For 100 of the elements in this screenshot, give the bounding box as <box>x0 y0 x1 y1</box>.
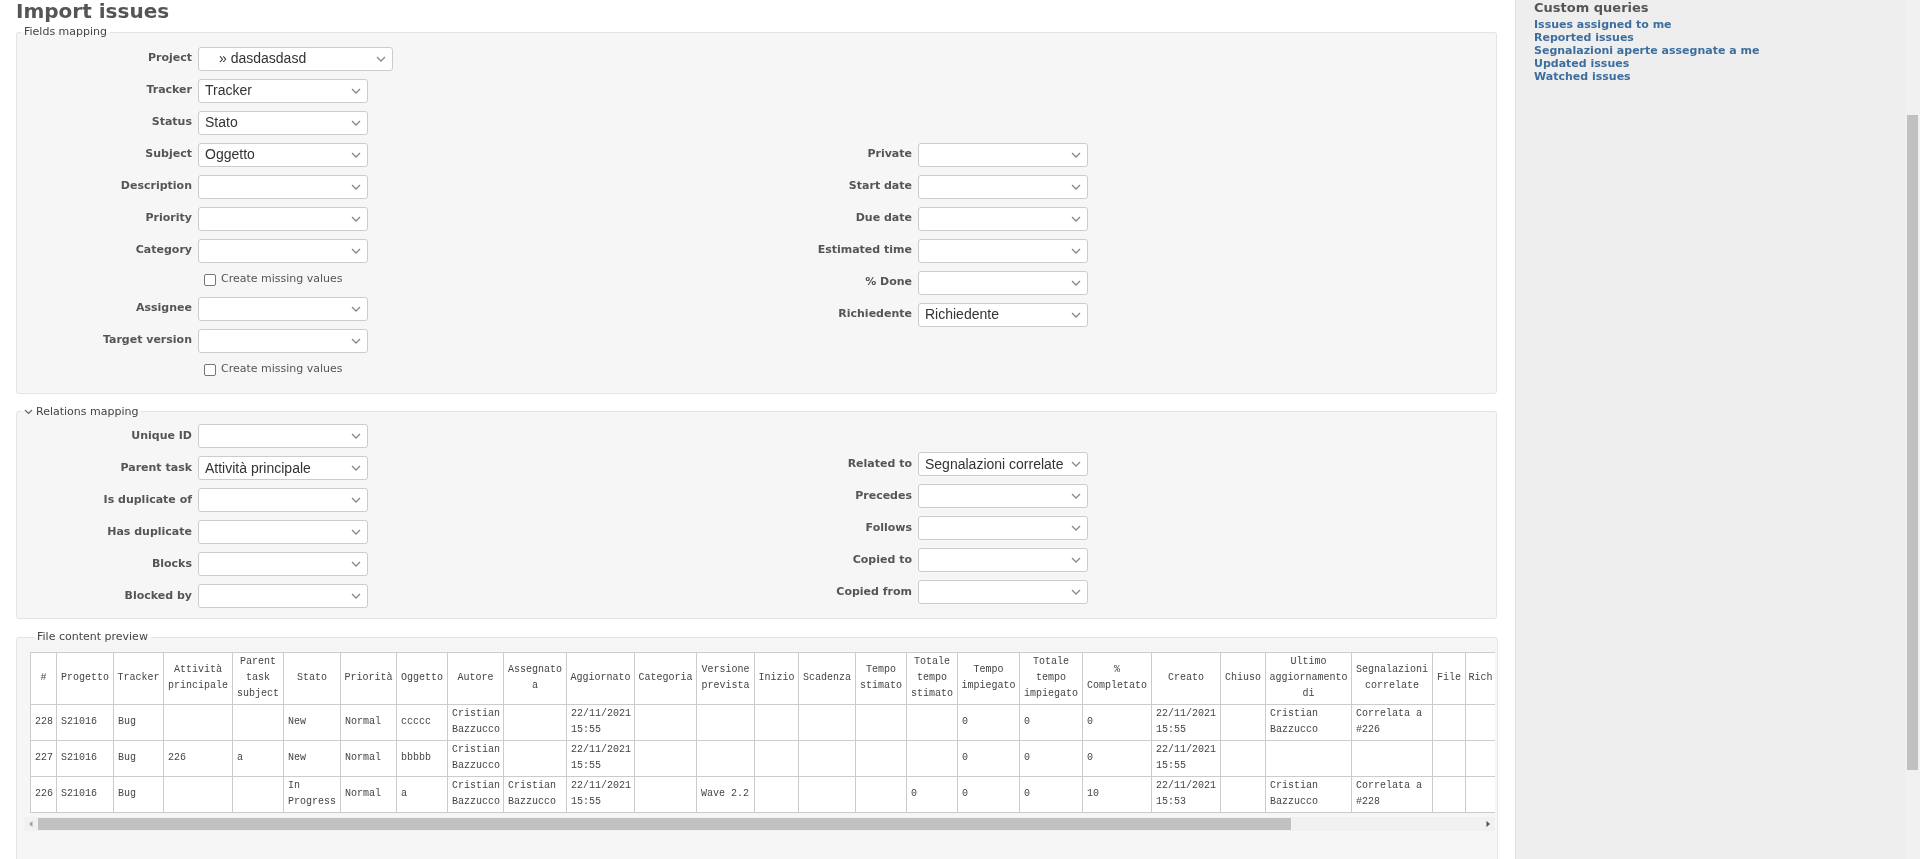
table-cell: Cristian Bazzucco <box>1265 704 1352 740</box>
column-header: Parent task subject <box>232 652 284 704</box>
table-cell: New <box>283 740 341 776</box>
chevron-down-icon[interactable] <box>24 408 33 415</box>
chevron-down-icon <box>351 215 361 222</box>
table-cell: a <box>396 776 448 812</box>
table-cell: 0 <box>1082 704 1152 740</box>
select-field[interactable] <box>198 174 368 199</box>
table-cell: 0 <box>957 704 1020 740</box>
chevron-down-icon <box>1071 215 1081 222</box>
table-cell: 22/11/2021 15:55 <box>566 776 635 812</box>
field-label: Is duplicate of <box>102 491 193 508</box>
column-header: Oggetto <box>396 652 448 704</box>
table-cell: Normal <box>340 776 397 812</box>
horizontal-scrollbar[interactable] <box>24 816 1495 831</box>
chevron-down-icon <box>351 561 361 567</box>
select-field[interactable]: » dasdasdasd <box>198 46 393 71</box>
column-header: Versione prevista <box>696 652 755 704</box>
field-label: Related to <box>846 455 913 472</box>
sidebar-link[interactable]: Reported issues <box>1534 31 1634 44</box>
table-cell: 0 <box>1019 740 1083 776</box>
select-field[interactable] <box>198 552 368 576</box>
select-field[interactable] <box>918 206 1088 231</box>
table-cell: 0 <box>957 776 1020 812</box>
select-field[interactable]: Segnalazioni correlate <box>918 452 1088 476</box>
select-field[interactable]: Tracker <box>198 78 368 103</box>
scrollbar-thumb[interactable] <box>1907 115 1918 770</box>
table-cell: a <box>232 740 284 776</box>
table-cell: 22/11/2021 15:55 <box>566 704 635 740</box>
select-field[interactable] <box>918 270 1088 295</box>
table-cell: In Progress <box>283 776 341 812</box>
table-cell: 22/11/2021 15:55 <box>566 740 635 776</box>
field-label: Blocks <box>150 555 193 572</box>
section-legend: File content preview <box>37 629 148 646</box>
chevron-down-icon <box>351 119 361 126</box>
sidebar-link[interactable]: Segnalazioni aperte assegnate a me <box>1534 44 1760 57</box>
select-field[interactable] <box>198 296 368 321</box>
column-header: Tempo stimato <box>855 652 907 704</box>
select-field[interactable] <box>918 516 1088 540</box>
select-field[interactable] <box>198 238 368 263</box>
column-header: Attività principale <box>163 652 233 704</box>
select-field[interactable]: Attività principale <box>198 456 368 480</box>
select-field[interactable] <box>198 488 368 512</box>
chevron-down-icon <box>351 337 361 344</box>
select-field[interactable] <box>918 484 1088 508</box>
page-scrollbar[interactable] <box>1905 0 1920 859</box>
select-field[interactable] <box>198 328 368 353</box>
table-cell: Normal <box>340 740 397 776</box>
table-cell: 228 <box>30 704 57 740</box>
checkbox[interactable] <box>204 273 216 286</box>
select-field[interactable] <box>198 206 368 231</box>
field-label: Precedes <box>854 487 913 504</box>
sidebar-link[interactable]: Watched issues <box>1534 70 1631 83</box>
select-field[interactable] <box>918 548 1088 572</box>
select-field[interactable]: Oggetto <box>198 142 368 167</box>
table-cell: Cristian Bazzucco <box>447 704 504 740</box>
select-field[interactable] <box>918 142 1088 167</box>
checkbox[interactable] <box>204 363 216 376</box>
chevron-down-icon <box>351 247 361 254</box>
select-field[interactable] <box>918 238 1088 263</box>
select-field[interactable] <box>918 580 1088 604</box>
sidebar-link[interactable]: Issues assigned to me <box>1534 18 1672 31</box>
table-cell: Bug <box>113 740 164 776</box>
section-legend: Relations mapping <box>36 403 139 420</box>
field-label: Description <box>119 178 193 195</box>
section-legend: Fields mapping <box>24 24 108 41</box>
table-cell: 22/11/2021 15:53 <box>1151 776 1221 812</box>
column-header: Totale tempo stimato <box>906 652 958 704</box>
chevron-down-icon <box>1071 279 1081 286</box>
table-cell: 0 <box>1019 776 1083 812</box>
select-field[interactable] <box>918 174 1088 199</box>
scrollbar-thumb[interactable] <box>38 817 1291 830</box>
sidebar-link[interactable]: Updated issues <box>1534 57 1630 70</box>
column-header: Aggiornato <box>566 652 635 704</box>
column-header: # <box>30 652 57 704</box>
sidebar-heading: Custom queries <box>1534 0 1650 16</box>
field-label: Priority <box>144 210 193 227</box>
column-header: Priorità <box>340 652 397 704</box>
select-field[interactable] <box>198 424 368 448</box>
table-cell: Correlata a #226 <box>1351 704 1433 740</box>
chevron-down-icon <box>351 183 361 190</box>
select-field[interactable]: Stato <box>198 110 368 135</box>
column-header: Inizio <box>754 652 799 704</box>
chevron-down-icon <box>376 55 386 62</box>
field-label: Subject <box>144 146 193 163</box>
chevron-down-icon <box>351 87 361 94</box>
table-cell: S21016 <box>56 776 114 812</box>
field-label: Blocked by <box>123 587 193 604</box>
select-field[interactable] <box>198 520 368 544</box>
table-cell: Wave 2.2 <box>696 776 755 812</box>
table-cell: 22/11/2021 15:55 <box>1151 740 1221 776</box>
table-cell: Cristian Bazzucco <box>503 776 567 812</box>
column-header: Creato <box>1151 652 1221 704</box>
chevron-down-icon <box>351 433 361 439</box>
select-field[interactable] <box>198 584 368 608</box>
table-cell: Cristian Bazzucco <box>447 740 504 776</box>
table-cell: Correlata a #228 <box>1351 776 1433 812</box>
select-field[interactable]: Richiedente <box>918 302 1088 327</box>
column-header: File <box>1432 652 1466 704</box>
column-header: Tracker <box>113 652 164 704</box>
